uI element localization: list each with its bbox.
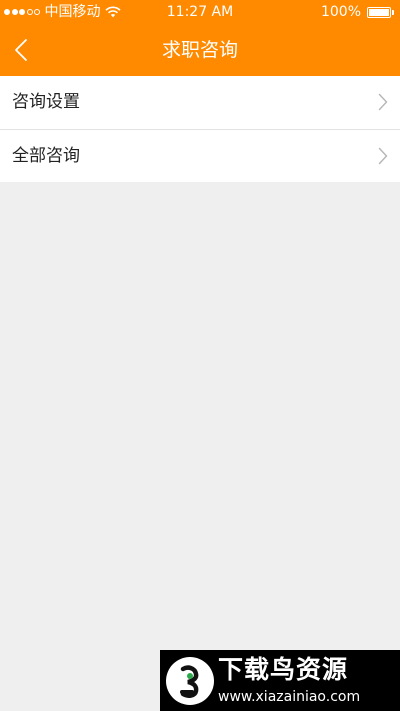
battery-icon (367, 6, 391, 18)
chevron-right-icon (378, 93, 388, 111)
battery-tip (392, 9, 394, 15)
nav-bar: 求职咨询 (0, 24, 400, 76)
page-title: 求职咨询 (161, 39, 238, 61)
menu-item-label: 全部咨询 (12, 146, 80, 166)
bird-logo-icon (166, 657, 214, 705)
header: 中国移动 11:27 AM 100% 求职咨询 (0, 0, 400, 76)
bird-logo-shape (180, 665, 199, 698)
menu-item-label: 咨询设置 (12, 92, 80, 112)
menu-item-consult-settings[interactable]: 咨询设置 (0, 76, 400, 129)
battery-percent: 100% (320, 4, 361, 20)
watermark-banner: 下载鸟资源 www.xiazainiao.com (160, 650, 400, 711)
watermark-title: 下载鸟资源 (218, 655, 349, 684)
menu-list: 咨询设置 全部咨询 (0, 76, 400, 182)
status-right: 100% (321, 0, 394, 24)
menu-item-all-consults[interactable]: 全部咨询 (0, 129, 400, 182)
battery-level (369, 8, 389, 16)
chevron-right-icon (378, 147, 388, 165)
watermark-url: www.xiazainiao.com (218, 689, 361, 705)
status-bar: 中国移动 11:27 AM 100% (0, 0, 400, 24)
